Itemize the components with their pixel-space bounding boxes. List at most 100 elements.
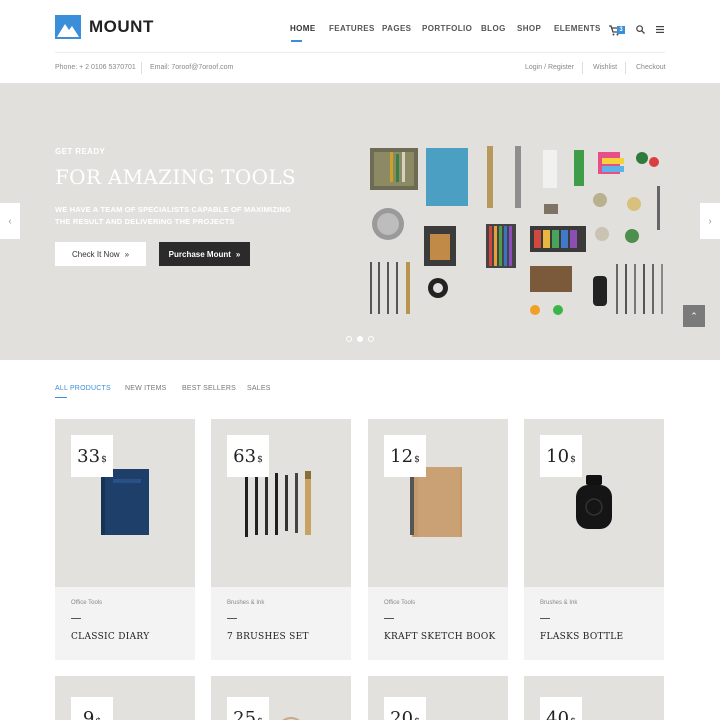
divider: [227, 618, 237, 619]
ink-bottle-image: [576, 475, 612, 529]
menu-icon[interactable]: [656, 26, 664, 33]
price-tag: 10 $: [540, 435, 582, 477]
brand-name: MOUNT: [89, 17, 154, 36]
price-tag: 40$: [540, 697, 582, 720]
login-register-link[interactable]: Login / Register: [525, 64, 574, 71]
nav-item-portfolio[interactable]: PORTFOLIO: [422, 24, 472, 33]
price-value: 20: [390, 707, 414, 720]
nav-item-home[interactable]: HOME: [290, 24, 316, 33]
price-tag: 33 $: [71, 435, 113, 477]
price-tag: 20$: [384, 697, 426, 720]
product-info: Brushes & Ink FLASKS BOTTLE: [524, 587, 664, 660]
tab-best-sellers[interactable]: BEST SELLERS: [182, 385, 236, 392]
mountain-logo-icon: [55, 15, 81, 39]
price-value: 9: [82, 707, 95, 720]
product-name[interactable]: KRAFT SKETCH BOOK: [384, 632, 496, 642]
hero-kicker: GET READY: [55, 147, 106, 156]
info-bar: Phone: + 2 0106 5370701 Email: 7oroof@7o…: [0, 53, 720, 83]
site-header: MOUNT HOME FEATURES PAGES PORTFOLIO BLOG…: [0, 0, 720, 52]
chevron-up-icon: ⌃: [690, 310, 698, 321]
hero-title: FOR AMAZING TOOLS: [55, 165, 296, 189]
nav-item-pages[interactable]: PAGES: [382, 24, 411, 33]
purchase-mount-label: Purchase Mount: [168, 249, 231, 259]
product-category: Brushes & Ink: [227, 600, 265, 606]
price-currency: $: [570, 454, 576, 465]
price-tag: 12 $: [384, 435, 426, 477]
slider-dot[interactable]: [346, 336, 352, 342]
product-image-area: 10 $: [524, 419, 664, 587]
price-tag: 63 $: [227, 435, 269, 477]
price-currency: $: [570, 717, 576, 720]
product-category: Office Tools: [71, 600, 103, 606]
price-currency: $: [414, 454, 420, 465]
price-currency: $: [95, 717, 101, 720]
product-name[interactable]: CLASSIC DIARY: [71, 632, 149, 642]
divider: [384, 618, 394, 619]
nav-item-features[interactable]: FEATURES: [329, 24, 375, 33]
tab-new-items[interactable]: NEW ITEMS: [125, 385, 166, 392]
tab-all-products[interactable]: ALL PRODUCTS: [55, 385, 111, 392]
tab-sales[interactable]: SALES: [247, 385, 271, 392]
checkout-link[interactable]: Checkout: [636, 64, 666, 71]
price-value: 12: [390, 445, 414, 467]
divider: [540, 618, 550, 619]
product-card[interactable]: 10 $ Brushes & Ink FLASKS BOTTLE: [524, 419, 664, 660]
product-category: Office Tools: [384, 600, 416, 606]
divider: [71, 618, 81, 619]
product-card[interactable]: 12 $ Office Tools KRAFT SKETCH BOOK: [368, 419, 508, 660]
product-name[interactable]: FLASKS BOTTLE: [540, 632, 623, 642]
double-chevron-right-icon: »: [235, 249, 241, 259]
tab-active-indicator: [55, 397, 67, 398]
slider-dot[interactable]: [368, 336, 374, 342]
navy-notebook-image: [101, 469, 149, 535]
product-card[interactable]: 20$: [368, 676, 508, 720]
slider-prev-button[interactable]: ‹: [0, 203, 20, 239]
nav-active-indicator: [291, 40, 302, 42]
nav-item-shop[interactable]: SHOP: [517, 24, 541, 33]
search-icon[interactable]: [636, 25, 645, 34]
product-card[interactable]: 40$: [524, 676, 664, 720]
product-card[interactable]: 9$: [55, 676, 195, 720]
check-it-now-button[interactable]: Check It Now »: [55, 242, 146, 266]
product-card[interactable]: 63 $ Brushes & Ink 7 BRUSHES SET: [211, 419, 351, 660]
purchase-mount-button[interactable]: Purchase Mount »: [159, 242, 250, 266]
chevron-left-icon: ‹: [8, 215, 12, 227]
email-text: Email: 7oroof@7oroof.com: [150, 64, 234, 71]
brushes-image: [245, 471, 311, 537]
price-currency: $: [257, 717, 263, 720]
product-info: Office Tools CLASSIC DIARY: [55, 587, 195, 660]
slider-dots: [346, 336, 376, 342]
product-info: Office Tools KRAFT SKETCH BOOK: [368, 587, 508, 660]
slider-dot-active[interactable]: [357, 336, 363, 342]
wishlist-link[interactable]: Wishlist: [593, 64, 617, 71]
product-image-area: 63 $: [211, 419, 351, 587]
check-it-now-label: Check It Now: [71, 249, 120, 259]
price-currency: $: [101, 454, 107, 465]
price-value: 40: [546, 707, 570, 720]
info-separator: [141, 62, 142, 74]
info-separator: [625, 62, 626, 74]
scroll-to-top-button[interactable]: ⌃: [683, 305, 705, 327]
price-value: 25: [233, 707, 257, 720]
price-currency: $: [257, 454, 263, 465]
product-name[interactable]: 7 BRUSHES SET: [227, 632, 309, 642]
product-filter-tabs: ALL PRODUCTS NEW ITEMS BEST SELLERS SALE…: [55, 385, 455, 401]
nav-item-elements[interactable]: ELEMENTS: [554, 24, 601, 33]
cart-count-badge: 3: [617, 26, 625, 34]
product-card[interactable]: 25$: [211, 676, 351, 720]
logo[interactable]: MOUNT: [55, 15, 154, 39]
product-image: [282, 717, 300, 720]
phone-text: Phone: + 2 0106 5370701: [55, 64, 136, 71]
price-currency: $: [414, 717, 420, 720]
price-value: 63: [233, 445, 257, 467]
product-image-area: 12 $: [368, 419, 508, 587]
price-value: 10: [546, 445, 570, 467]
product-info: Brushes & Ink 7 BRUSHES SET: [211, 587, 351, 660]
price-tag: 25$: [227, 697, 269, 720]
nav-item-blog[interactable]: BLOG: [481, 24, 506, 33]
slider-next-button[interactable]: ›: [700, 203, 720, 239]
product-card[interactable]: 33 $ Office Tools CLASSIC DIARY: [55, 419, 195, 660]
hero-tools-image: [370, 146, 663, 315]
chevron-right-icon: ›: [708, 215, 712, 227]
hero-description: WE HAVE A TEAM OF SPECIALISTS CAPABLE OF…: [55, 205, 292, 226]
